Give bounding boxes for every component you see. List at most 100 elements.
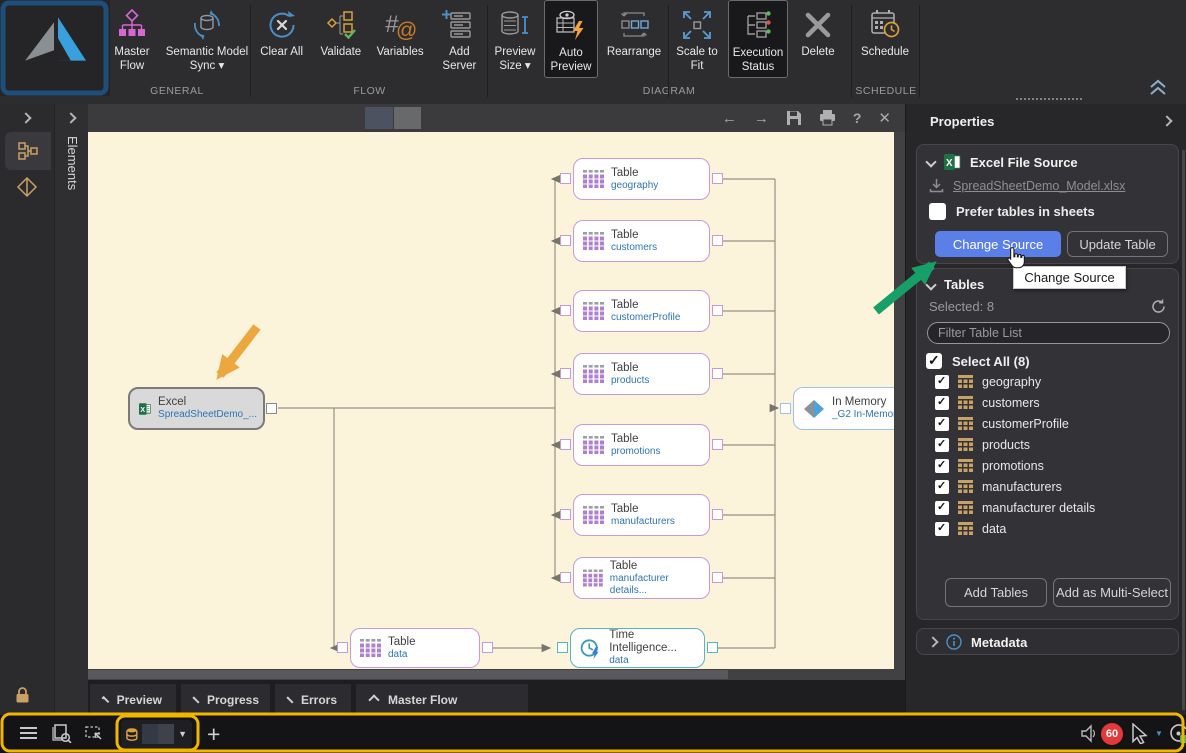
table-list-item[interactable]: geography — [917, 371, 1178, 392]
node-table-customers[interactable]: Table customers — [560, 220, 723, 262]
item-checkbox[interactable] — [935, 437, 949, 452]
output-port[interactable] — [712, 439, 723, 450]
node-table-customerprofile[interactable]: Table customerProfile — [560, 290, 723, 332]
input-port[interactable] — [780, 402, 791, 414]
clear-all-button[interactable]: Clear All — [253, 0, 310, 78]
node-table-promotions[interactable]: Table promotions — [560, 424, 723, 466]
update-table-button[interactable]: Update Table — [1067, 231, 1168, 257]
output-port[interactable] — [482, 642, 493, 653]
close-canvas-button[interactable]: ✕ — [878, 111, 891, 126]
flow-diagram-canvas[interactable]: X Excel SpreadSheetDemo_... Table geogra… — [88, 132, 905, 680]
excel-file-source-header[interactable]: X Excel File Source — [917, 145, 1178, 170]
selection-view-button[interactable] — [85, 725, 104, 742]
notification-badge[interactable]: 60 — [1101, 723, 1123, 745]
select-all-checkbox[interactable] — [926, 352, 942, 369]
item-checkbox[interactable] — [935, 395, 949, 410]
add-button[interactable]: + — [207, 721, 220, 748]
expand-sidebar-icon[interactable] — [20, 112, 32, 124]
input-port[interactable] — [557, 642, 568, 653]
add-server-button[interactable]: Add Server — [433, 0, 486, 78]
filter-table-input[interactable] — [927, 322, 1170, 344]
table-list-item[interactable]: manufacturers — [917, 476, 1178, 497]
panel-drag-handle[interactable] — [1016, 98, 1082, 100]
back-button[interactable]: ← — [722, 111, 737, 126]
expand-elements-icon[interactable] — [65, 112, 77, 124]
output-port[interactable] — [712, 572, 723, 583]
menu-button[interactable] — [20, 726, 37, 740]
input-port[interactable] — [560, 173, 571, 184]
tab-progress[interactable]: Progress — [181, 684, 270, 715]
print-icon[interactable] — [819, 110, 836, 126]
input-port[interactable] — [560, 439, 571, 450]
source-file-link[interactable]: SpreadSheetDemo_Model.xlsx — [953, 179, 1125, 193]
canvas-vertical-scrollbar[interactable] — [894, 132, 905, 669]
output-port[interactable] — [712, 305, 723, 316]
add-tables-button[interactable]: Add Tables — [945, 578, 1047, 607]
table-list-item[interactable]: products — [917, 434, 1178, 455]
node-table-products[interactable]: Table products — [560, 353, 723, 395]
node-time-intelligence[interactable]: Time Intelligence... data — [557, 628, 718, 668]
canvas-horizontal-scrollbar[interactable] — [88, 669, 905, 680]
semantic-model-sync-button[interactable]: Semantic Model Sync ▾ — [164, 0, 250, 78]
change-source-button[interactable]: Change Source — [935, 231, 1061, 257]
output-port[interactable] — [712, 235, 723, 246]
download-icon[interactable] — [929, 178, 944, 193]
input-port[interactable] — [560, 509, 571, 520]
item-checkbox[interactable] — [935, 374, 949, 389]
pointer-tool-button[interactable] — [1130, 723, 1149, 744]
collapse-panel-icon[interactable] — [1161, 115, 1173, 127]
panel-scrollbar[interactable] — [1182, 150, 1185, 710]
input-port[interactable] — [337, 642, 348, 653]
prefer-tables-checkbox[interactable] — [929, 203, 946, 220]
connection-dropdown[interactable]: ▼ — [121, 720, 192, 748]
metadata-section[interactable]: Metadata — [916, 628, 1179, 655]
item-checkbox[interactable] — [935, 500, 949, 515]
dropdown-caret-button[interactable]: ▼ — [1155, 729, 1163, 738]
tab-errors[interactable]: Errors — [275, 684, 351, 715]
record-status-button[interactable] — [1168, 723, 1186, 744]
delete-button[interactable]: Delete — [792, 0, 844, 78]
item-checkbox[interactable] — [935, 521, 949, 536]
execution-status-button[interactable]: Execution Status — [728, 0, 788, 78]
output-port[interactable] — [712, 173, 723, 184]
preview-size-button[interactable]: Preview Size ▾ — [490, 0, 540, 78]
output-port[interactable] — [266, 402, 277, 414]
node-table-geography[interactable]: Table geography — [560, 158, 723, 200]
lock-icon[interactable] — [14, 686, 31, 704]
scale-to-fit-button[interactable]: Scale to Fit — [670, 0, 724, 78]
tab-preview[interactable]: Preview — [90, 684, 176, 715]
table-list-item[interactable]: promotions — [917, 455, 1178, 476]
tab-master-flow[interactable]: Master Flow — [356, 684, 528, 715]
semantic-diamond-icon[interactable] — [16, 176, 38, 198]
input-port[interactable] — [560, 305, 571, 316]
table-list-item[interactable]: manufacturer details — [917, 497, 1178, 518]
input-port[interactable] — [560, 572, 571, 583]
rearrange-button[interactable]: Rearrange — [602, 0, 666, 78]
elements-tab-label[interactable]: Elements — [65, 136, 80, 190]
node-in-memory[interactable]: In Memory _G2 In-Memory — [780, 387, 905, 430]
sound-toggle-button[interactable] — [1080, 724, 1098, 743]
item-checkbox[interactable] — [935, 416, 949, 431]
output-port[interactable] — [712, 368, 723, 379]
table-list-item[interactable]: customers — [917, 392, 1178, 413]
report-view-button[interactable] — [52, 724, 72, 743]
save-icon[interactable] — [786, 110, 802, 126]
master-flow-button[interactable]: Master Flow — [104, 0, 160, 78]
variables-button[interactable]: # @ Variables — [372, 0, 429, 78]
help-button[interactable]: ? — [853, 111, 862, 125]
output-port[interactable] — [707, 642, 718, 653]
node-table-manufacturers[interactable]: Table manufacturers — [560, 494, 723, 536]
auto-preview-button[interactable]: Auto Preview — [544, 0, 598, 78]
scrollbar-thumb[interactable] — [88, 670, 728, 679]
collapse-ribbon-button[interactable] — [1148, 78, 1168, 101]
app-logo[interactable] — [0, 0, 110, 96]
refresh-icon[interactable] — [1151, 299, 1166, 314]
schedule-button[interactable]: Schedule — [855, 0, 915, 78]
select-all-row[interactable]: Select All (8) — [917, 344, 1178, 371]
forward-button[interactable]: → — [754, 111, 769, 126]
input-port[interactable] — [560, 235, 571, 246]
validate-button[interactable]: Validate — [314, 0, 367, 78]
table-list-item[interactable]: data — [917, 518, 1178, 539]
input-port[interactable] — [560, 368, 571, 379]
table-list-item[interactable]: customerProfile — [917, 413, 1178, 434]
